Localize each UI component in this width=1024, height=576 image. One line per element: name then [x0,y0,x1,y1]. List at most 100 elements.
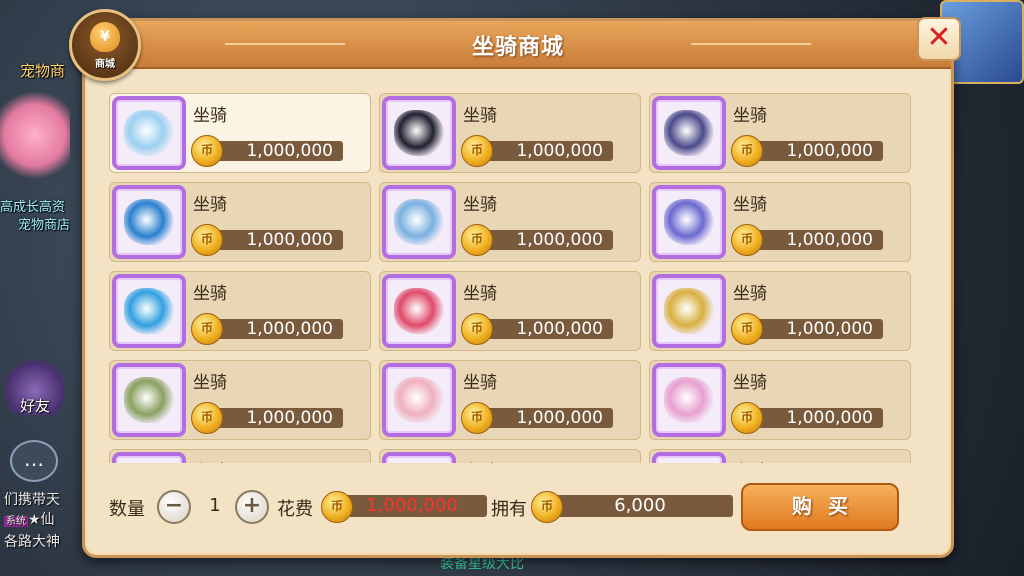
mount-image [664,110,714,156]
mount-name: 坐骑 [193,284,227,304]
chat-line: 们携带天 [4,492,60,508]
mount-name: 坐骑 [733,284,767,304]
mount-price: 1,000,000 [477,408,613,428]
mount-price: 1,000,000 [207,141,343,161]
mount-item-card[interactable]: 坐骑 1,000,000 币 [379,360,641,440]
mount-thumbnail[interactable] [382,363,456,437]
mount-item-card[interactable]: 坐骑 1,000,000 币 [109,93,371,173]
mount-item-card[interactable]: 坐骑 1,000,000 币 [649,182,911,262]
coin-icon: 币 [191,135,223,167]
title-ornament-right [691,43,811,45]
increase-quantity-button[interactable]: + [235,490,269,524]
buy-button[interactable]: 购买 [741,483,899,531]
mount-image [394,288,444,334]
mount-price: 1,000,000 [477,141,613,161]
mount-image [664,377,714,423]
dialog-title: 坐骑商城 [471,35,564,60]
mount-item-card[interactable]: 坐骑 1,000,000 币 [109,271,371,351]
coin-icon: 币 [531,491,563,523]
mount-item-card[interactable]: 坐骑币 [379,449,641,463]
mount-thumbnail[interactable] [652,185,726,259]
coin-icon: 币 [461,313,493,345]
mount-item-card[interactable]: 坐骑 1,000,000 币 [379,93,641,173]
chat-log: 们携带天 系统 ★仙 各路大神 [4,490,60,552]
mount-name: 坐骑 [733,195,767,215]
mount-image [394,199,444,245]
mount-thumbnail[interactable] [112,274,186,348]
chat-bubble-icon[interactable]: … [10,440,58,482]
mount-thumbnail[interactable] [112,96,186,170]
mount-image [664,199,714,245]
mount-name: 坐骑 [733,106,767,126]
coin-icon: 币 [191,402,223,434]
cost-value: 1,000,000 [337,495,487,517]
mount-price: 1,000,000 [207,319,343,339]
mount-image [124,288,174,334]
mount-thumbnail[interactable] [112,452,186,463]
owned-label: 拥有 [491,499,527,520]
coin-icon: 币 [321,491,353,523]
mount-thumbnail[interactable] [112,185,186,259]
mount-thumbnail[interactable] [382,185,456,259]
mount-price: 1,000,000 [207,408,343,428]
mount-item-card[interactable]: 坐骑 1,000,000 币 [649,360,911,440]
mount-image [664,288,714,334]
coin-icon: 币 [461,135,493,167]
mount-name: 坐骑 [193,457,227,463]
mount-price: 1,000,000 [747,319,883,339]
mount-image [124,199,174,245]
cost-label: 花费 [277,499,313,520]
close-button[interactable]: ✕ [917,17,961,61]
coin-icon: 币 [191,224,223,256]
chat-line: 各路大神 [4,534,60,550]
mount-item-card[interactable]: 坐骑币 [109,449,371,463]
mount-name: 坐骑 [193,106,227,126]
pet-shop-icon[interactable] [0,85,70,185]
promo-line-2: 宠物商店 [18,218,71,233]
coin-icon: 币 [461,402,493,434]
mount-thumbnail[interactable] [652,96,726,170]
mount-name: 坐骑 [733,373,767,393]
system-badge: 系统 [4,516,28,527]
mount-thumbnail[interactable] [112,363,186,437]
mount-name: 坐骑 [463,106,497,126]
coin-icon: 币 [731,313,763,345]
friends-label: 好友 [20,397,51,415]
mount-price: 1,000,000 [747,141,883,161]
mount-thumbnail[interactable] [382,96,456,170]
mount-image [124,110,174,156]
mount-thumbnail[interactable] [652,363,726,437]
mount-thumbnail[interactable] [652,274,726,348]
coin-icon: 币 [461,224,493,256]
quantity-value[interactable]: 1 [193,492,237,520]
mount-name: 坐骑 [733,457,767,463]
mount-image [394,377,444,423]
coin-icon: 币 [731,224,763,256]
mount-name: 坐骑 [463,284,497,304]
mount-name: 坐骑 [193,373,227,393]
chat-line: 系统 ★仙 [4,512,55,528]
quantity-label: 数量 [109,499,145,520]
mount-thumbnail[interactable] [382,452,456,463]
mount-item-card[interactable]: 坐骑 1,000,000 币 [379,182,641,262]
mount-item-grid[interactable]: 坐骑 1,000,000 币坐骑 1,000,000 币坐骑 1,000,000 币坐骑 1,… [109,93,919,463]
coin-icon: 币 [731,135,763,167]
mount-price: 1,000,000 [747,230,883,250]
mount-shop-dialog: 坐骑商城 ¥ 商城 ✕ 坐骑 1,000,000 币坐骑 1,000,000 币坐骑 1,… [69,9,961,558]
mount-item-card[interactable]: 坐骑 1,000,000 币 [379,271,641,351]
mount-price: 1,000,000 [207,230,343,250]
mount-name: 坐骑 [463,195,497,215]
decrease-quantity-button[interactable]: − [157,490,191,524]
mount-item-card[interactable]: 坐骑币 [649,449,911,463]
mount-item-card[interactable]: 坐骑 1,000,000 币 [109,360,371,440]
owned-value: 6,000 [547,495,733,517]
promo-line-1: 高成长高资 [0,200,66,215]
mount-thumbnail[interactable] [652,452,726,463]
shop-badge-label: 商城 [95,59,115,70]
coin-icon: 币 [731,402,763,434]
mount-thumbnail[interactable] [382,274,456,348]
mount-price: 1,000,000 [747,408,883,428]
mount-item-card[interactable]: 坐骑 1,000,000 币 [649,93,911,173]
mount-item-card[interactable]: 坐骑 1,000,000 币 [109,182,371,262]
mount-item-card[interactable]: 坐骑 1,000,000 币 [649,271,911,351]
